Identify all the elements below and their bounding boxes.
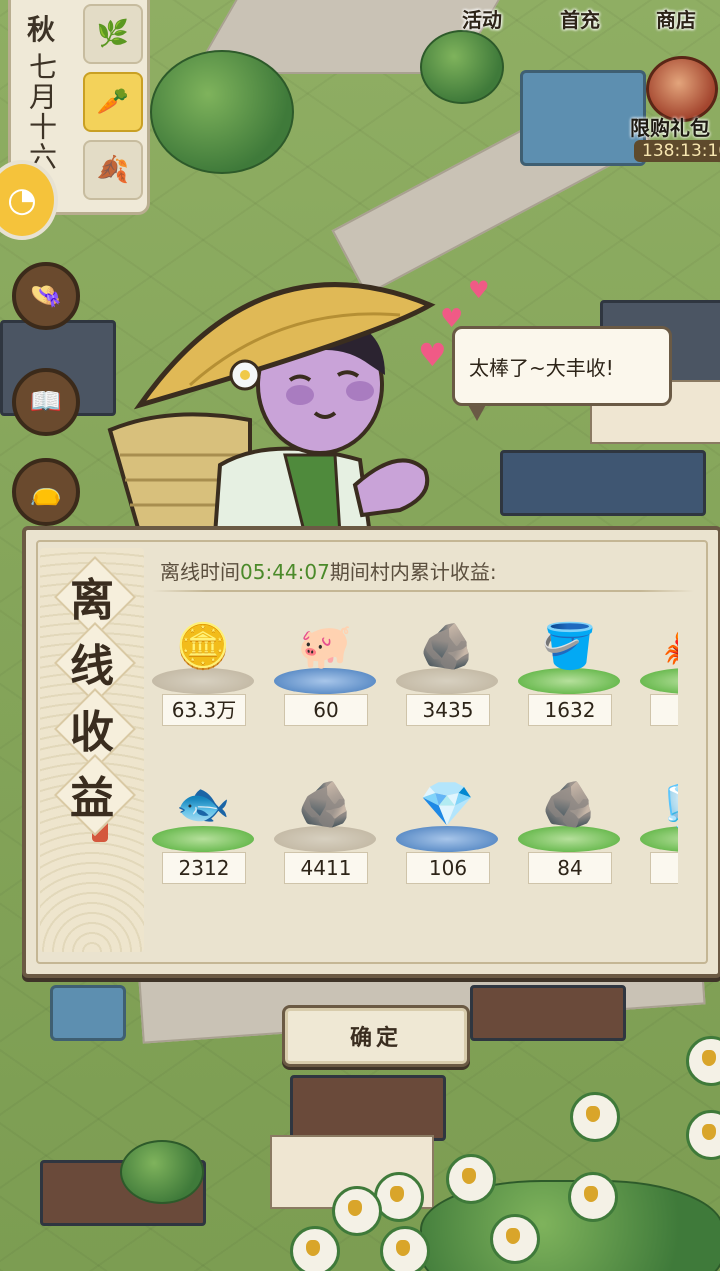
confirm-button[interactable]: 确定 [282,1005,470,1067]
harvest-marker-icon[interactable] [568,1172,618,1222]
harvest-marker-icon[interactable] [290,1226,340,1271]
title-char: 线 [50,632,134,692]
villager-portrait-button[interactable]: 👒 [12,262,80,330]
harvest-marker-icon[interactable] [686,1110,720,1160]
coin-icon: 🪙 [175,621,231,672]
scallion-icon[interactable]: 🌿 [83,4,143,64]
reward-item[interactable]: 🐖 60 [270,610,380,740]
item-count: 3435 [406,694,490,726]
harvest-marker-icon[interactable] [380,1226,430,1271]
activity-button[interactable]: 活动 [462,4,502,33]
gold-ore-icon: 🪨 [419,621,475,672]
limited-gift-label[interactable]: 限购礼包 [630,112,710,141]
harvest-marker-icon[interactable] [570,1092,620,1142]
pouch-icon: 👝 [29,477,63,507]
item-count: 1632 [528,694,612,726]
reward-item[interactable]: 🧊 1 [636,768,678,898]
heart-icon: ♥ [468,276,490,304]
item-count: 63.3万 [162,694,246,726]
water-bucket-icon: 🪣 [541,621,597,672]
reward-item[interactable]: 🪙 63.3万 [148,610,258,740]
radish-icon[interactable]: 🥕 [83,72,143,132]
dialog-title-column: 离 线 收 益 [40,548,144,952]
map-house-roof [290,1075,446,1141]
header-divider [152,590,694,592]
date-label: 七月十六 [25,52,58,172]
item-count: 1 [650,852,678,884]
map-tree [420,30,504,104]
reward-grid[interactable]: 🪙 63.3万 🐖 60 🪨 3435 🪣 1632 🦀 17 🐟 2312 [148,610,678,910]
reward-item[interactable]: 🐟 2312 [148,768,258,898]
map-house-roof [470,985,626,1041]
crab-icon: 🦀 [655,610,678,682]
title-char: 收 [50,698,134,758]
title-char: 离 [50,566,134,626]
season-label: 秋 [26,13,55,46]
title-char: 益 [50,764,134,824]
iron-ore-icon: 🪨 [541,779,597,830]
harvest-marker-icon[interactable] [490,1214,540,1264]
pig-icon: 🐖 [297,621,353,672]
item-count: 84 [528,852,612,884]
reward-item[interactable]: 🪨 4411 [270,768,380,898]
heart-icon: ♥ [418,336,447,374]
item-count: 2312 [162,852,246,884]
map-house-roof [500,450,706,516]
map-tree [120,1140,204,1204]
ice-crystal-icon: 🧊 [655,768,678,840]
book-icon: 📖 [29,387,63,417]
shop-button[interactable]: 商店 [656,4,696,33]
reward-item[interactable]: 🪨 3435 [392,610,502,740]
farmer-illustration [107,282,436,537]
item-count: 60 [284,694,368,726]
pouch-button[interactable]: 👝 [12,458,80,526]
fish-icon: 🐟 [175,779,231,830]
offline-summary-line: 离线时间05:44:07期间村内累计收益: [160,556,497,585]
map-tree [150,50,294,174]
reward-item[interactable]: 🦀 17 [636,610,678,740]
harvest-marker-icon[interactable] [686,1036,720,1086]
harvest-marker-icon[interactable] [332,1186,382,1236]
offline-time-value: 05:44:07 [240,560,330,584]
offline-time-suffix: 期间村内累计收益: [329,560,497,584]
map-pond [50,985,126,1041]
map-pond [520,70,646,166]
tea-leaf-icon[interactable]: 🍂 [83,140,143,200]
harvest-marker-icon[interactable] [446,1154,496,1204]
offline-time-prefix: 离线时间 [160,560,240,584]
farmer-character [100,245,460,537]
item-count: 17 [650,694,678,726]
speech-text: 太棒了~大丰收! [469,355,614,380]
stone-icon: 🪨 [297,779,353,830]
spiral-icon: ◔ [7,180,37,220]
first-recharge-button[interactable]: 首充 [560,4,600,33]
book-button[interactable]: 📖 [12,368,80,436]
item-count: 106 [406,852,490,884]
reward-item[interactable]: 🪣 1632 [514,610,624,740]
silver-ore-icon: 💎 [419,779,475,830]
reward-item[interactable]: 💎 106 [392,768,502,898]
villager-avatar-icon: 👒 [29,281,63,311]
speech-bubble: 太棒了~大丰收! [452,326,672,421]
item-count: 4411 [284,852,368,884]
limited-gift-timer: 138:13:10 [634,140,720,162]
offline-earnings-dialog: 离 线 收 益 离线时间05:44:07期间村内累计收益: 🪙 63.3万 🐖 … [22,526,720,978]
reward-item[interactable]: 🪨 84 [514,768,624,898]
